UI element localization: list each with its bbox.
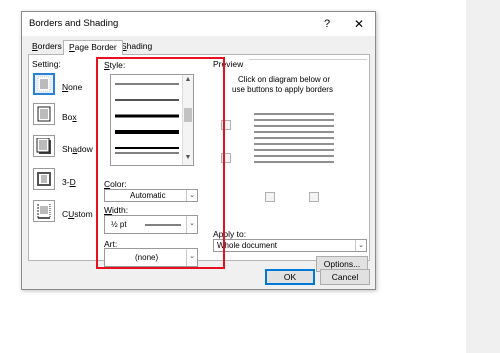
preview-line: [254, 119, 334, 121]
setting-shadow-icon: [36, 138, 51, 154]
setting-box-button[interactable]: [33, 103, 55, 125]
apply-to-dropdown[interactable]: Whole document ⌄: [213, 239, 367, 252]
close-button[interactable]: ✕: [350, 15, 368, 33]
setting-3d-label: 3-D: [62, 177, 76, 187]
setting-none-icon: [37, 76, 51, 92]
setting-none-button[interactable]: [33, 73, 55, 95]
preview-divider: [249, 59, 367, 60]
tab-borders-label: orders: [37, 41, 62, 51]
preview-line: [254, 131, 334, 133]
setting-custom-label: CUstom: [62, 209, 93, 219]
help-button[interactable]: ?: [318, 15, 336, 33]
dialog-title: Borders and Shading: [29, 18, 119, 29]
tab-page-border[interactable]: Page Border: [63, 40, 123, 55]
preview-line: [254, 143, 334, 145]
setting-shadow-label: Shadow: [62, 144, 93, 154]
tab-borders[interactable]: Borders: [27, 40, 67, 54]
setting-label: Setting:: [32, 59, 61, 69]
cancel-button[interactable]: Cancel: [320, 269, 370, 285]
tab-shading-label: hading: [126, 41, 153, 51]
preview-line: [254, 161, 334, 163]
red-highlight-box: [96, 57, 225, 269]
left-border-button[interactable]: [265, 192, 275, 202]
setting-custom-icon: [37, 204, 51, 219]
apply-to-value: Whole document: [217, 241, 278, 250]
chevron-down-icon: ⌄: [355, 240, 366, 251]
preview-line: [254, 137, 334, 139]
ok-button[interactable]: OK: [265, 269, 315, 285]
preview-line: [254, 113, 334, 115]
tab-page-border-label: age Border: [74, 42, 117, 52]
title-bar: Borders and Shading ? ✕: [22, 12, 375, 36]
setting-box-label: Box: [62, 112, 77, 122]
preview-hint-line2: use buttons to apply borders: [232, 85, 333, 94]
setting-shadow-button[interactable]: [33, 135, 55, 157]
right-side-panel: [466, 0, 500, 353]
preview-line: [254, 149, 334, 151]
preview-line: [254, 125, 334, 127]
right-border-button[interactable]: [309, 192, 319, 202]
setting-none-label: None: [62, 82, 83, 92]
preview-line: [254, 155, 334, 157]
setting-3d-button[interactable]: [33, 168, 55, 190]
preview-diagram[interactable]: [249, 109, 345, 179]
setting-box-icon: [37, 106, 51, 122]
preview-hint-line1: Click on diagram below or: [238, 75, 331, 84]
setting-custom-button[interactable]: [33, 200, 55, 222]
setting-3d-icon: [37, 172, 51, 186]
